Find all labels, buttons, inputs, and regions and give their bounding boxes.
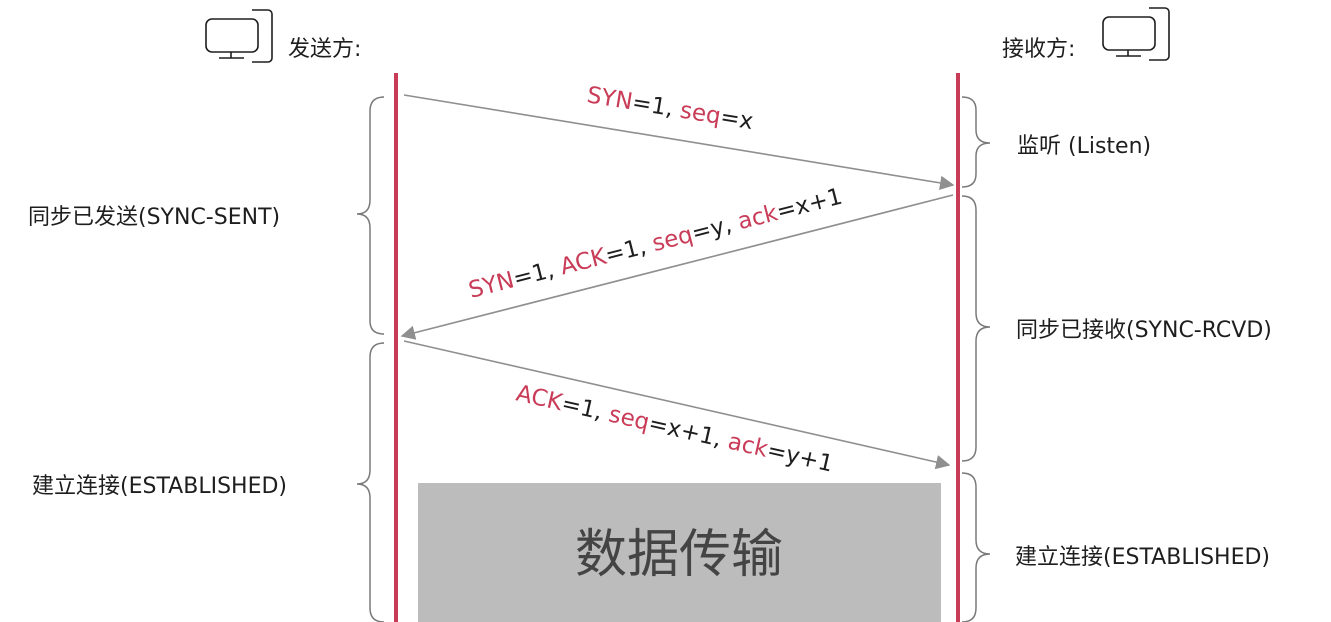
message-field-value: =x+1 <box>774 184 845 226</box>
message-field-value: =1, <box>510 255 563 292</box>
right-state-listen: 监听 (Listen) <box>1017 134 1151 159</box>
handshake-diagram: 发送方: 接收方: SYN=1, seq=x SYN=1, ACK=1, seq… <box>28 7 1272 622</box>
ack-arrow <box>403 340 951 470</box>
data-transfer-label: 数据传输 <box>575 525 783 585</box>
left-bracket-established <box>356 342 385 622</box>
receiver-computer-icon <box>1102 7 1170 61</box>
message-field-name: ACK <box>514 380 566 416</box>
message-field-value: =1, <box>630 90 682 124</box>
message-field-value: =x+1, <box>646 411 731 454</box>
right-bracket-established <box>961 472 991 622</box>
message-field-value: =y+1 <box>765 437 836 477</box>
message-field-name: seq <box>650 222 696 257</box>
message-field-name: ack <box>725 429 770 463</box>
message-field-value: =1, <box>559 391 612 427</box>
left-state-established: 建立连接(ESTABLISHED) <box>32 474 287 499</box>
message-label-syn-ack: SYN=1, ACK=1, seq=y, ack=x+1 <box>466 184 845 304</box>
message-field-name: ack <box>735 200 781 235</box>
message-field-name: SYN <box>466 267 517 304</box>
message-field-name: ACK <box>558 244 610 281</box>
receiver-label: 接收方: <box>1002 37 1075 62</box>
message-field-name: seq <box>678 98 722 130</box>
syn-ack-arrow <box>400 194 954 340</box>
right-state-established: 建立连接(ESTABLISHED) <box>1015 545 1270 570</box>
right-state-sync-rcvd: 同步已接收(SYNC-RCVD) <box>1016 318 1272 343</box>
message-field-value: =x <box>718 104 755 135</box>
message-label-ack: ACK=1, seq=x+1, ack=y+1 <box>514 380 836 477</box>
right-bracket-listen <box>961 96 991 188</box>
sender-label: 发送方: <box>288 37 361 62</box>
left-state-sync-sent: 同步已发送(SYNC-SENT) <box>28 205 280 230</box>
sender-computer-icon <box>205 9 273 63</box>
message-field-value: =y, <box>689 210 741 247</box>
message-label-syn: SYN=1, seq=x <box>585 82 755 135</box>
left-bracket-sync-sent <box>356 96 385 335</box>
message-field-value: =1, <box>603 232 656 269</box>
message-field-name: SYN <box>585 82 634 115</box>
message-field-name: seq <box>606 402 651 436</box>
right-bracket-sync-rcvd <box>961 195 991 462</box>
